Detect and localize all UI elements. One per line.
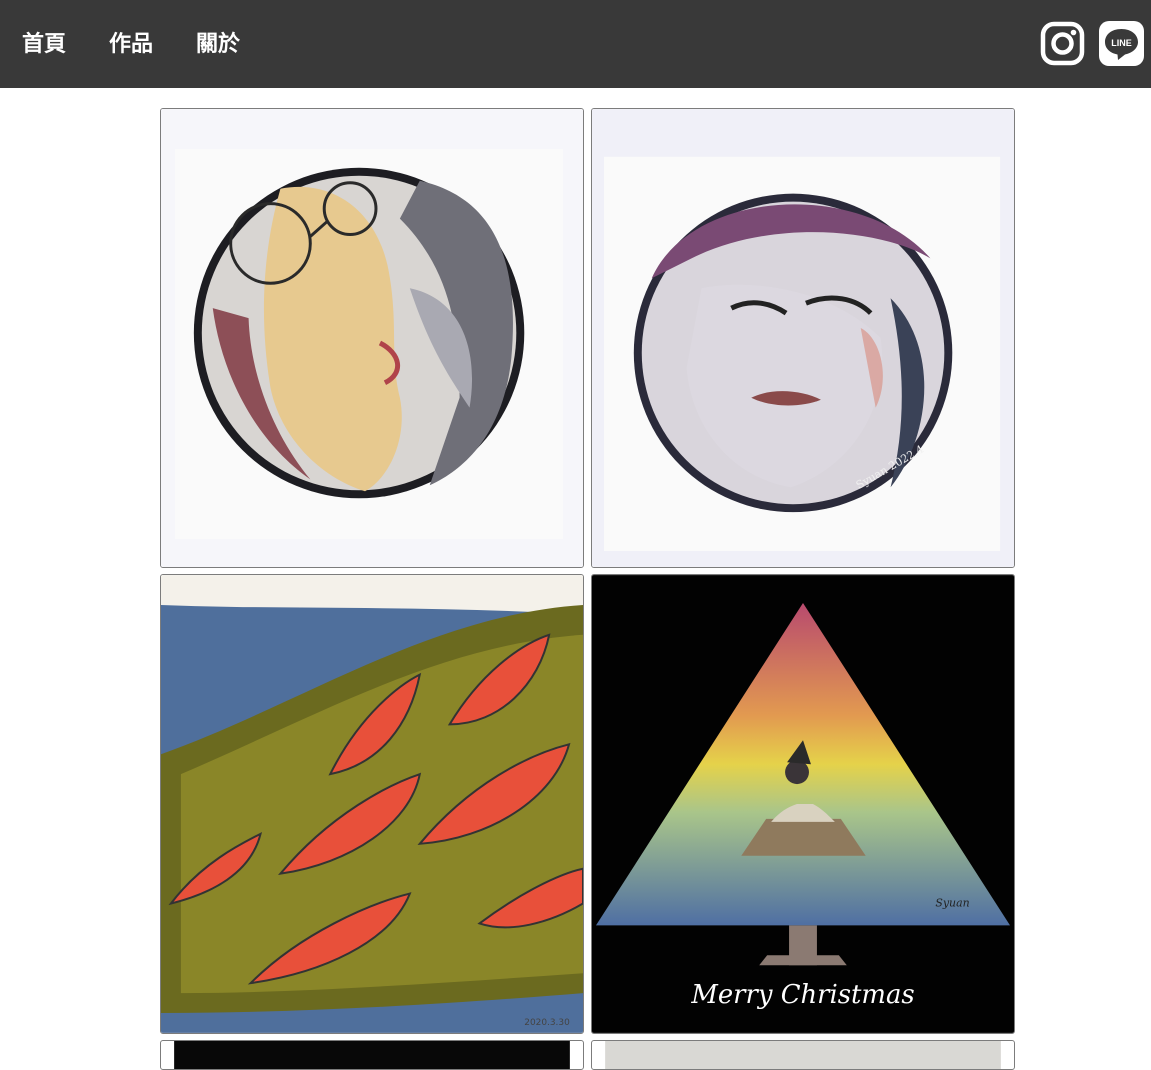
line-icon[interactable]: LINE [1099, 21, 1144, 66]
artwork-image-1 [161, 109, 583, 567]
nav-links: 首頁 作品 關於 [22, 28, 283, 62]
artwork-image-4: Syuan Merry Christmas [592, 575, 1014, 1033]
artwork-image-2: Syuan 2022.4 [592, 109, 1014, 567]
artwork-image-3: 2020.3.30 [161, 575, 583, 1033]
artwork-4-caption: Merry Christmas [690, 980, 914, 1010]
instagram-icon[interactable] [1040, 21, 1085, 66]
artwork-card-5[interactable] [160, 1040, 584, 1070]
nav-link-about[interactable]: 關於 [196, 28, 240, 62]
artwork-card-6[interactable] [591, 1040, 1015, 1070]
social-links: LINE [1040, 21, 1144, 66]
top-navbar: 首頁 作品 關於 LINE [0, 0, 1151, 88]
line-icon-text: LINE [1111, 38, 1132, 48]
artwork-4-signature: Syuan [935, 897, 969, 910]
artwork-3-signature: 2020.3.30 [524, 1018, 570, 1028]
nav-link-home[interactable]: 首頁 [22, 28, 66, 62]
artwork-card-3[interactable]: 2020.3.30 [160, 574, 584, 1034]
artwork-image-6 [605, 1041, 1001, 1069]
artwork-image-5 [174, 1041, 570, 1069]
nav-link-works[interactable]: 作品 [109, 28, 153, 62]
artwork-card-1[interactable] [160, 108, 584, 568]
artwork-card-4[interactable]: Syuan Merry Christmas [591, 574, 1015, 1034]
artwork-card-2[interactable]: Syuan 2022.4 [591, 108, 1015, 568]
